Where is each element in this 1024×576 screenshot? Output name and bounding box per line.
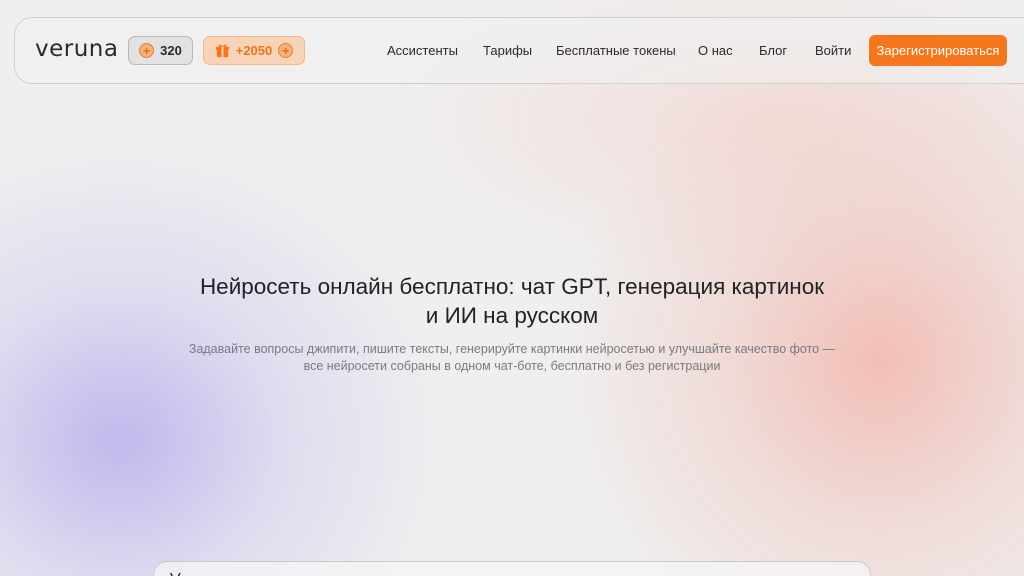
hero-title-line-2: и ИИ на русском: [425, 303, 599, 328]
chat-input-text: V: [170, 571, 181, 576]
plus-circle-icon: +: [139, 43, 155, 58]
hero-subtitle: Задавайте вопросы джипити, пишите тексты…: [152, 341, 872, 374]
nav-item-about[interactable]: О нас: [698, 43, 733, 58]
logo[interactable]: veruna: [35, 36, 118, 62]
nav-item-pricing[interactable]: Тарифы: [483, 43, 532, 58]
plus-circle-icon: +: [278, 43, 294, 58]
token-balance-value: 320: [160, 43, 182, 58]
nav-item-login[interactable]: Войти: [815, 43, 851, 58]
token-balance-badge[interactable]: + 320: [128, 36, 193, 65]
bonus-tokens-badge[interactable]: +2050 +: [203, 36, 305, 65]
hero-title-line-1: Нейросеть онлайн бесплатно: чат GPT, ген…: [199, 274, 825, 299]
nav-item-assistants[interactable]: Ассистенты: [387, 43, 458, 58]
register-button[interactable]: Зарегистрироваться: [869, 35, 1007, 66]
hero-subtitle-line-2: все нейросети собраны в одном чат-боте, …: [303, 358, 721, 373]
top-navbar: veruna + 320 +2050 + Ассистенты Тарифы Б…: [14, 17, 1024, 84]
hero-title: Нейросеть онлайн бесплатно: чат GPT, ген…: [152, 272, 872, 330]
chat-input[interactable]: V: [153, 561, 871, 576]
hero-subtitle-line-1: Задавайте вопросы джипити, пишите тексты…: [188, 342, 836, 356]
nav-item-blog[interactable]: Блог: [759, 43, 787, 58]
nav-item-free-tokens[interactable]: Бесплатные токены: [556, 43, 676, 58]
bonus-tokens-value: +2050: [235, 43, 273, 58]
gift-icon: [215, 44, 229, 58]
